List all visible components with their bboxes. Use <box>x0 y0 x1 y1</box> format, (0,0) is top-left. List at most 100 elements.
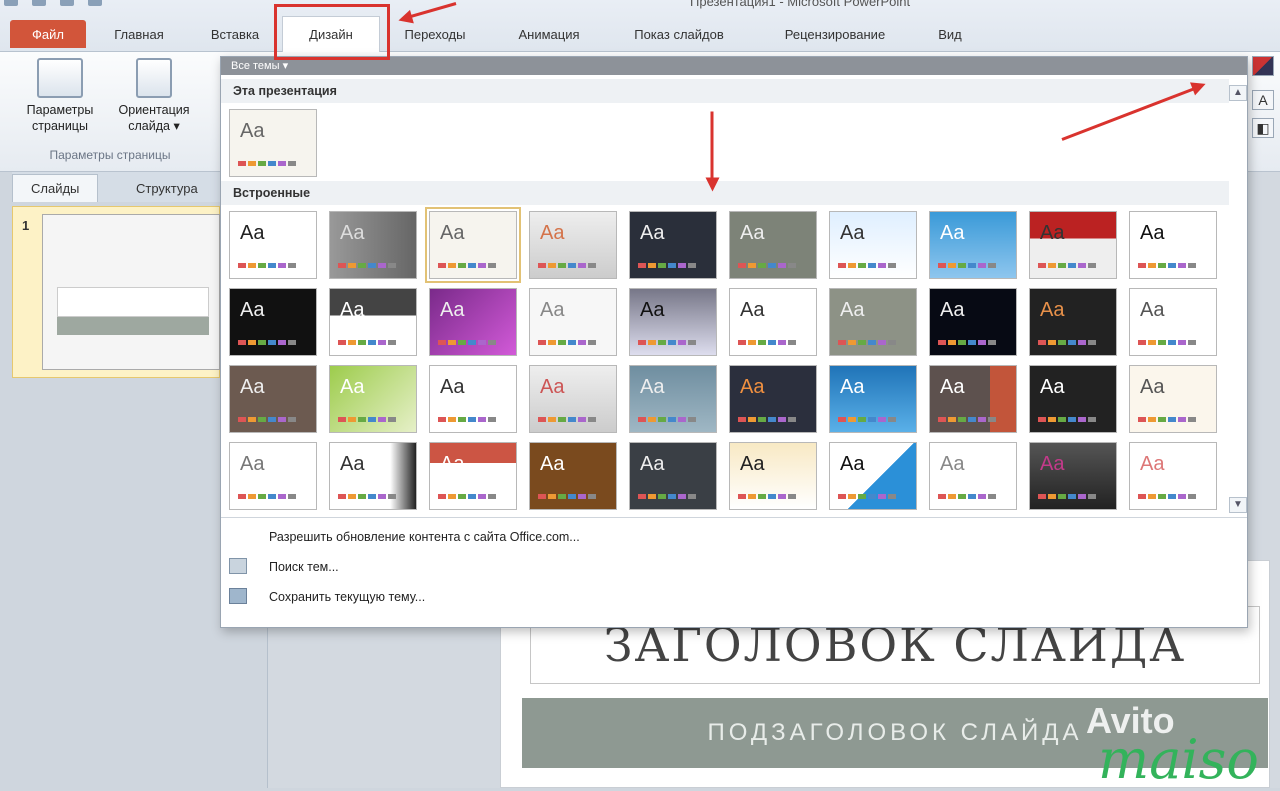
theme-tile[interactable]: Aa <box>529 211 617 279</box>
arrow-down-gallery <box>710 111 714 188</box>
theme-tile[interactable]: Aa <box>529 442 617 510</box>
group-label: Параметры страницы <box>49 148 171 162</box>
theme-preview-text: Aa <box>1040 376 1065 398</box>
tab-file[interactable]: Файл <box>10 20 86 48</box>
theme-preview-text: Aa <box>440 222 465 244</box>
theme-fonts-icon[interactable]: A <box>1252 90 1274 110</box>
theme-tile[interactable]: Aa <box>1129 365 1217 433</box>
theme-preview-text: Aa <box>640 453 665 475</box>
save-theme-icon <box>229 588 247 604</box>
scroll-up-button[interactable]: ▲ <box>1229 85 1247 101</box>
theme-preview-text: Aa <box>240 299 265 321</box>
ribbon-tab-bar: Презентация1 - Microsoft PowerPoint Файл… <box>0 0 1280 52</box>
slide-number: 1 <box>22 218 30 233</box>
theme-tile[interactable]: Aa <box>329 365 417 433</box>
theme-preview-text: Aa <box>340 453 365 475</box>
section-this-presentation: Эта презентация <box>221 79 1229 103</box>
theme-preview-text: Aa <box>840 299 865 321</box>
theme-tile[interactable]: Aa <box>1129 288 1217 356</box>
theme-preview-text: Aa <box>540 376 565 398</box>
theme-preview-text: Aa <box>740 222 765 244</box>
theme-tile[interactable]: Aa <box>425 207 521 283</box>
theme-tile[interactable]: Aa <box>729 211 817 279</box>
scroll-down-button[interactable]: ▼ <box>1229 497 1247 513</box>
theme-tile[interactable]: Aa <box>529 365 617 433</box>
tab-outline[interactable]: Структура <box>118 174 216 202</box>
theme-tile[interactable]: Aa <box>229 442 317 510</box>
theme-preview-text: Aa <box>940 299 965 321</box>
tab-slides[interactable]: Слайды <box>12 174 99 202</box>
theme-tile-current[interactable]: Aa <box>229 109 317 177</box>
theme-tile[interactable]: Aa <box>529 288 617 356</box>
theme-tile[interactable]: Aa <box>429 442 517 510</box>
theme-tile[interactable]: Aa <box>329 211 417 279</box>
theme-tile[interactable]: Aa <box>929 442 1017 510</box>
tab-view[interactable]: Вид <box>920 20 980 48</box>
theme-preview-text: Aa <box>240 120 265 142</box>
tab-animation[interactable]: Анимация <box>500 20 598 48</box>
theme-tile[interactable]: Aa <box>829 442 917 510</box>
theme-tile[interactable]: Aa <box>429 288 517 356</box>
theme-preview-text: Aa <box>340 222 365 244</box>
tab-insert[interactable]: Вставка <box>190 20 280 48</box>
page-setup-button[interactable]: Параметры страницы <box>14 58 106 134</box>
orientation-label: Ориентация слайда ▾ <box>118 103 190 133</box>
themes-gallery-dropdown: Все темы ▾ Эта презентация Встроенные ▲ … <box>220 56 1248 628</box>
window-title: Презентация1 - Microsoft PowerPoint <box>690 0 911 9</box>
browse-themes-icon <box>229 558 247 574</box>
theme-tile[interactable]: Aa <box>229 365 317 433</box>
theme-tile[interactable]: Aa <box>1029 442 1117 510</box>
theme-tile[interactable]: Aa <box>1129 442 1217 510</box>
tab-review[interactable]: Рецензирование <box>762 20 908 48</box>
theme-tile[interactable]: Aa <box>629 365 717 433</box>
theme-preview-text: Aa <box>1040 222 1065 244</box>
design-tab-highlight <box>274 4 390 60</box>
theme-tile[interactable]: Aa <box>829 288 917 356</box>
theme-tile[interactable]: Aa <box>329 288 417 356</box>
theme-tile[interactable]: Aa <box>329 442 417 510</box>
maiso-watermark: maiso <box>1098 728 1259 791</box>
theme-tile[interactable]: Aa <box>829 211 917 279</box>
theme-tile[interactable]: Aa <box>229 211 317 279</box>
page-setup-label: Параметры страницы <box>26 103 94 133</box>
theme-preview-text: Aa <box>740 299 765 321</box>
menu-allow-updates[interactable]: Разрешить обновление контента с сайта Of… <box>269 530 580 544</box>
theme-tile[interactable]: Aa <box>829 365 917 433</box>
theme-tile[interactable]: Aa <box>1029 211 1117 279</box>
theme-preview-text: Aa <box>540 299 565 321</box>
orientation-icon <box>136 58 172 98</box>
menu-save-theme[interactable]: Сохранить текущую тему... <box>269 590 425 604</box>
theme-tile[interactable]: Aa <box>629 288 717 356</box>
slide-orientation-button[interactable]: Ориентация слайда ▾ <box>108 58 200 134</box>
theme-tile[interactable]: Aa <box>429 365 517 433</box>
theme-tile[interactable]: Aa <box>1029 288 1117 356</box>
tab-home[interactable]: Главная <box>98 20 180 48</box>
theme-tile[interactable]: Aa <box>229 288 317 356</box>
theme-preview-text: Aa <box>840 453 865 475</box>
tab-slideshow[interactable]: Показ слайдов <box>614 20 744 48</box>
theme-preview-text: Aa <box>640 222 665 244</box>
theme-preview-text: Aa <box>1040 453 1065 475</box>
theme-colors-icon[interactable] <box>1252 56 1274 76</box>
theme-tile[interactable]: Aa <box>729 288 817 356</box>
theme-preview-text: Aa <box>940 222 965 244</box>
theme-tile[interactable]: Aa <box>629 211 717 279</box>
theme-preview-text: Aa <box>640 299 665 321</box>
slide-thumbnail[interactable] <box>42 214 220 370</box>
quick-access-toolbar[interactable] <box>4 0 102 8</box>
theme-tile[interactable]: Aa <box>629 442 717 510</box>
theme-tile[interactable]: Aa <box>929 288 1017 356</box>
section-builtin: Встроенные <box>221 181 1229 205</box>
menu-browse-themes[interactable]: Поиск тем... <box>269 560 339 574</box>
theme-preview-text: Aa <box>1140 376 1165 398</box>
theme-tile[interactable]: Aa <box>929 365 1017 433</box>
theme-preview-text: Aa <box>240 376 265 398</box>
theme-tile[interactable]: Aa <box>929 211 1017 279</box>
theme-tile[interactable]: Aa <box>729 365 817 433</box>
theme-tile[interactable]: Aa <box>1129 211 1217 279</box>
theme-preview-text: Aa <box>340 299 365 321</box>
theme-tile[interactable]: Aa <box>729 442 817 510</box>
theme-tile[interactable]: Aa <box>1029 365 1117 433</box>
theme-effects-icon[interactable]: ◧ <box>1252 118 1274 138</box>
theme-preview-text: Aa <box>240 222 265 244</box>
